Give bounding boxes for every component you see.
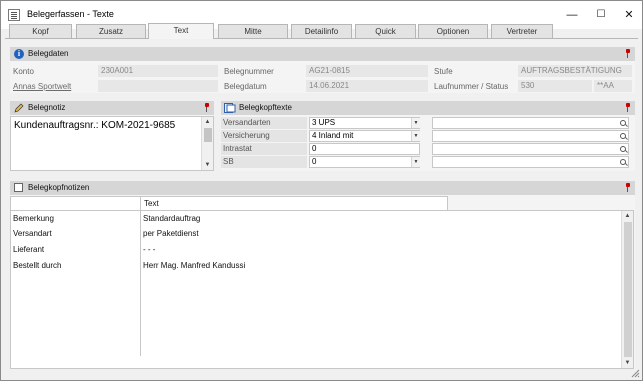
tab-label: Zusatz [98,27,123,36]
search-icon[interactable] [620,133,626,139]
sb-search-field[interactable] [432,156,629,168]
intrastat-input[interactable]: 0 [309,143,420,155]
tab-text[interactable]: Text [148,23,214,39]
versicherung-select[interactable]: 4 Inland mit [309,130,420,142]
grid-row-value[interactable]: - - - [143,245,155,254]
belegdaten-panel: i Belegdaten Konto 230A001 Annas Sportwe… [10,47,635,93]
belegnotiz-textarea[interactable]: Kundenauftragsnr.: KOM-2021-9685 ▲ ▼ [10,116,214,171]
sb-select[interactable]: 0 [309,156,420,168]
grid-scrollbar[interactable]: ▲ ▼ [621,211,633,368]
scroll-down-icon[interactable]: ▼ [202,160,213,170]
belegkopfnotizen-header: Belegkopfnotizen [10,181,635,195]
panel-title: Belegnotiz [28,103,66,112]
laufnummer-label: Laufnummer / Status [434,82,509,91]
search-icon[interactable] [620,159,626,165]
tab-detailinfo[interactable]: Detailinfo [291,24,352,38]
tab-label: Optionen [436,27,470,36]
konto-value: 230A001 [98,65,218,77]
versicherung-label: Versicherung [221,130,307,142]
belegnummer-value: AG21-0815 [306,65,428,77]
scroll-up-icon[interactable]: ▲ [202,117,213,127]
tab-kopf[interactable]: Kopf [9,24,72,38]
belegdatum-label: Belegdatum [224,82,267,91]
app-icon [8,9,20,21]
tab-optionen[interactable]: Optionen [418,24,488,38]
grid-row-label: Bestellt durch [13,261,62,270]
belegnummer-label: Belegnummer [224,67,274,76]
grid-row-label: Lieferant [13,245,45,254]
stufe-label: Stufe [434,67,453,76]
belegdaten-header: i Belegdaten [10,47,635,61]
konto-label: Konto [13,67,34,76]
grid-header-text[interactable]: Text [141,197,448,210]
grid-row-value[interactable]: Standardauftrag [143,214,200,223]
scroll-down-icon[interactable]: ▼ [622,358,633,368]
belegnotiz-scrollbar[interactable]: ▲ ▼ [201,117,213,170]
minimize-button[interactable]: — [561,5,583,25]
window: Belegerfassen - Texte — ☐ ✕ Kopf Zusatz … [0,0,643,381]
notes-icon [14,183,23,192]
tab-label: Kopf [32,27,49,36]
grid-header: Text [10,196,448,211]
chevron-down-icon[interactable]: ▼ [411,131,420,141]
document-icon [224,103,236,113]
chevron-down-icon[interactable]: ▼ [411,157,420,167]
pin-icon[interactable] [624,183,632,192]
stufe-value: AUFTRAGSBESTÄTIGUNG [518,65,632,77]
scroll-thumb[interactable] [204,128,212,142]
belegnotiz-panel: Belegnotiz Kundenauftragsnr.: KOM-2021-9… [10,101,214,171]
resize-grip-icon[interactable] [631,369,640,378]
grid-row-label: Versandart [13,229,52,238]
pin-icon[interactable] [624,103,632,112]
scroll-thumb[interactable] [624,222,632,357]
pin-icon[interactable] [624,49,632,58]
tab-label: Vertreter [506,27,538,36]
tab-label: Mitte [244,27,262,36]
tab-label: Detailinfo [304,27,339,36]
versandarten-search-field[interactable] [432,117,629,129]
tab-zusatz[interactable]: Zusatz [76,24,146,38]
intrastat-search-field[interactable] [432,143,629,155]
search-icon[interactable] [620,146,626,152]
versicherung-search-field[interactable] [432,130,629,142]
grid-header-blank [11,197,141,210]
belegdatum-value: 14.06.2021 [306,80,428,92]
tab-mitte[interactable]: Mitte [218,24,288,38]
belegnotiz-header: Belegnotiz [10,101,214,115]
belegkopftexte-panel: Belegkopftexte Versandarten 3 UPS ▼ Vers… [221,101,635,171]
panel-title: Belegkopftexte [239,103,292,112]
versandarten-label: Versandarten [221,117,307,129]
pin-icon[interactable] [203,103,211,112]
info-icon: i [14,49,24,59]
tab-divider [5,38,638,39]
pencil-icon [14,103,24,113]
grid-row-label: Bemerkung [13,214,54,223]
belegnotiz-text: Kundenauftragsnr.: KOM-2021-9685 [14,120,176,131]
intrastat-label: Intrastat [221,143,307,155]
close-button[interactable]: ✕ [618,5,640,25]
tab-vertreter[interactable]: Vertreter [491,24,553,38]
chevron-down-icon[interactable]: ▼ [411,118,420,128]
versandarten-select[interactable]: 3 UPS [309,117,420,129]
panel-title: Belegkopfnotizen [28,183,90,192]
scroll-up-icon[interactable]: ▲ [622,211,633,221]
belegkopftexte-header: Belegkopftexte [221,101,635,115]
grid-row-value[interactable]: Herr Mag. Manfred Kandussi [143,261,245,270]
belegkopfnotizen-grid[interactable]: Bemerkung Standardauftrag Versandart per… [10,210,634,369]
tab-quick[interactable]: Quick [355,24,416,38]
sb-label: SB [221,156,307,168]
laufnummer-value: 530 [518,80,592,92]
window-title: Belegerfassen - Texte [27,9,114,19]
grid-row-value[interactable]: per Paketdienst [143,229,199,238]
kunde-value-empty [98,80,218,92]
maximize-button[interactable]: ☐ [590,5,612,25]
grid-column-divider [140,211,141,356]
belegkopfnotizen-panel: Belegkopfnotizen Text Bemerkung Standard… [10,181,635,369]
panel-title: Belegdaten [28,49,69,58]
search-icon[interactable] [620,120,626,126]
tab-label: Quick [375,27,396,36]
kunde-link[interactable]: Annas Sportwelt [13,82,71,91]
tab-label: Text [173,26,189,35]
status-value: **AA [594,80,632,92]
